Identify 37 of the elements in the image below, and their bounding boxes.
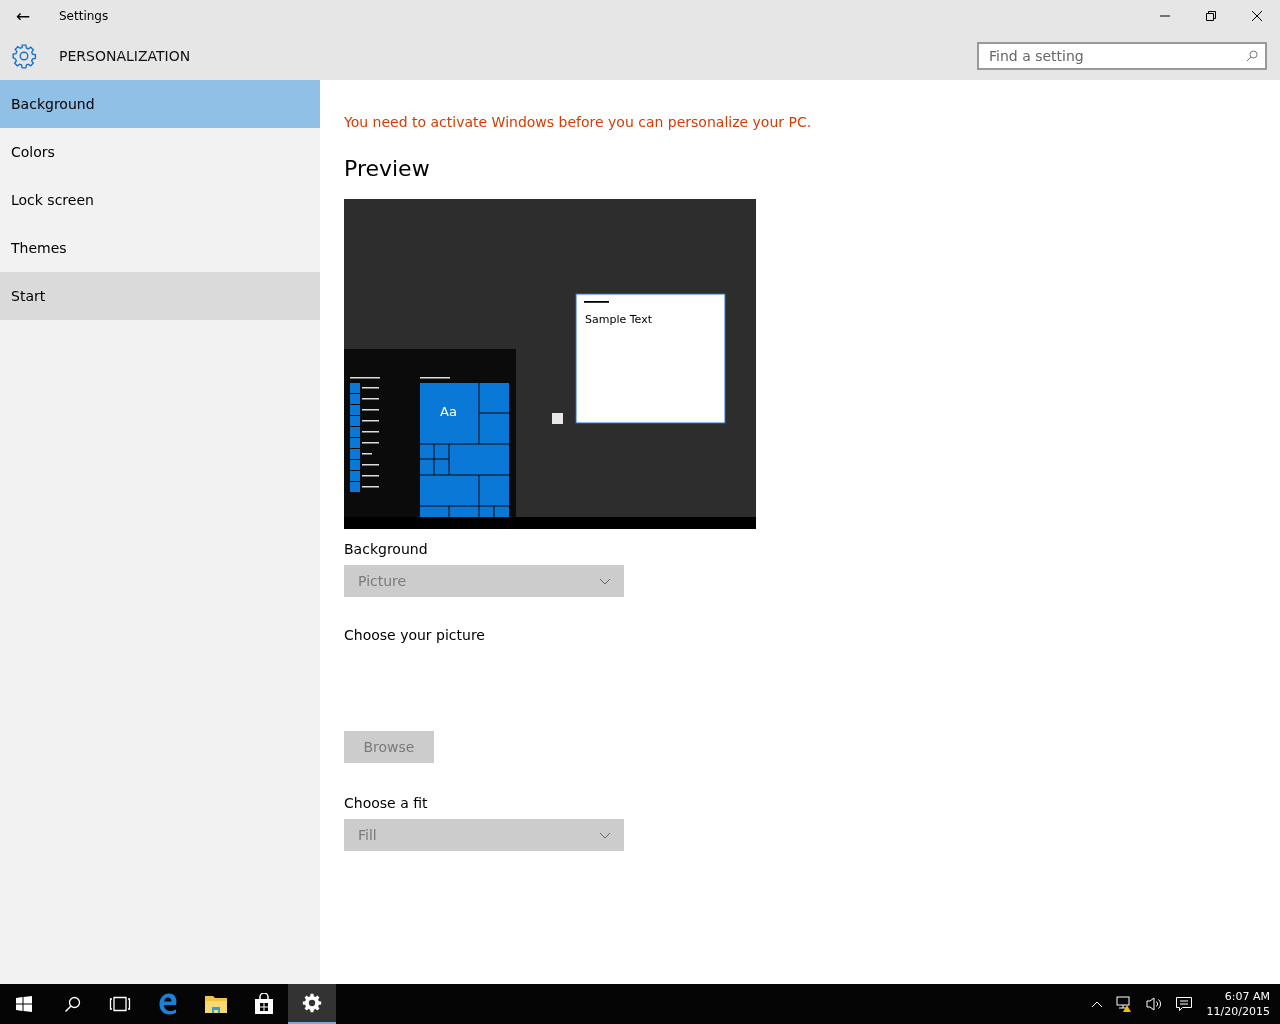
sidebar-item[interactable]: Background: [0, 80, 320, 128]
volume-icon[interactable]: [1144, 996, 1163, 1012]
tile-label: Aa: [440, 404, 457, 419]
sidebar-item[interactable]: Themes: [0, 224, 320, 272]
chevron-icon: [599, 577, 611, 585]
section-title: Preview: [344, 156, 431, 181]
chevron-icon: [599, 831, 611, 839]
sidebar-item[interactable]: Start: [0, 272, 320, 320]
network-warning-icon[interactable]: [1114, 995, 1133, 1013]
search-icon: [63, 995, 81, 1013]
sidebar-item[interactable]: Lock screen: [0, 176, 320, 224]
taskbar-button[interactable]: [288, 984, 336, 1024]
restore-icon[interactable]: [1205, 10, 1217, 22]
page-title: PERSONALIZATION: [59, 48, 191, 64]
field-label: Choose a fit: [344, 795, 429, 811]
gear-icon: [302, 993, 322, 1013]
sidebar-item[interactable]: Colors: [0, 128, 320, 176]
search-field[interactable]: Find a setting: [977, 42, 1267, 70]
notifications-icon[interactable]: [1174, 995, 1193, 1013]
window-title: Settings: [59, 9, 109, 23]
windows-logo-icon: [16, 996, 32, 1012]
clock[interactable]: 6:07 AM 11/20/2015: [1206, 989, 1270, 1019]
close-icon[interactable]: [1251, 10, 1263, 22]
folder-icon: [204, 994, 228, 1014]
sample-text: Sample Text: [585, 313, 652, 326]
task-view-icon: [109, 996, 131, 1012]
shopping-bag-icon: [254, 993, 274, 1015]
edge-e-icon: [158, 993, 178, 1015]
back-button[interactable]: ←: [0, 0, 46, 32]
date-text: 11/20/2015: [1206, 1004, 1270, 1019]
search-icon: [1246, 50, 1258, 62]
time-text: 6:07 AM: [1224, 989, 1270, 1004]
activation-warning: You need to activate Windows before you can personalize your PC.: [344, 114, 813, 130]
gear-icon: [11, 43, 37, 69]
chevron-up-icon[interactable]: [1090, 1000, 1103, 1008]
field-label: Background: [344, 541, 429, 557]
field-label: Choose your picture: [344, 627, 486, 643]
